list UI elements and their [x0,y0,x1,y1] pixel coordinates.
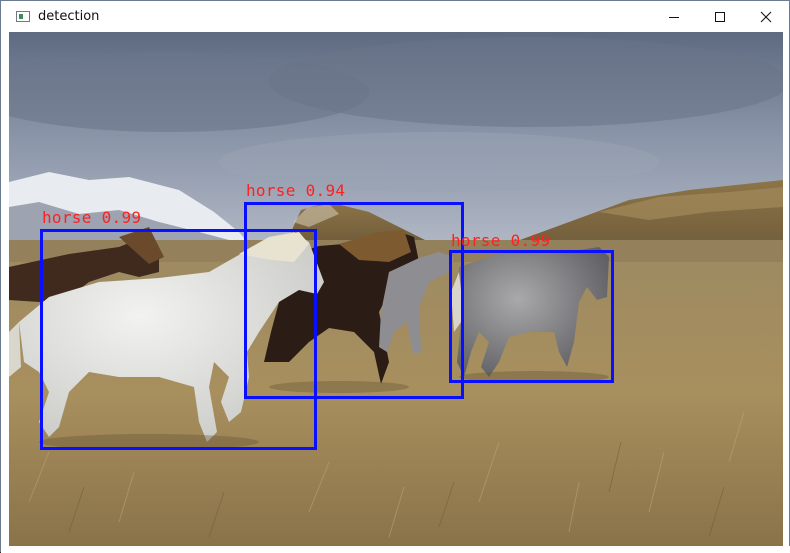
detection-box [244,202,464,399]
detection-box [449,250,614,383]
detection-window: detection horse 0.99 horse 0.94 horse 0.… [0,0,790,553]
close-button[interactable] [743,1,789,32]
detection-image: horse 0.99 horse 0.94 horse 0.99 [9,32,783,546]
detection-label: horse 0.94 [246,181,346,200]
maximize-button[interactable] [697,1,743,32]
maximize-icon [715,11,725,22]
minimize-icon [669,16,679,18]
detection-label: horse 0.99 [42,208,142,227]
minimize-button[interactable] [651,1,697,32]
title-bar[interactable]: detection [1,1,789,32]
detection-label: horse 0.99 [451,231,551,250]
window-controls [651,1,789,32]
window-app-icon[interactable] [16,11,30,22]
window-title: detection [38,9,100,24]
close-icon [760,11,772,22]
